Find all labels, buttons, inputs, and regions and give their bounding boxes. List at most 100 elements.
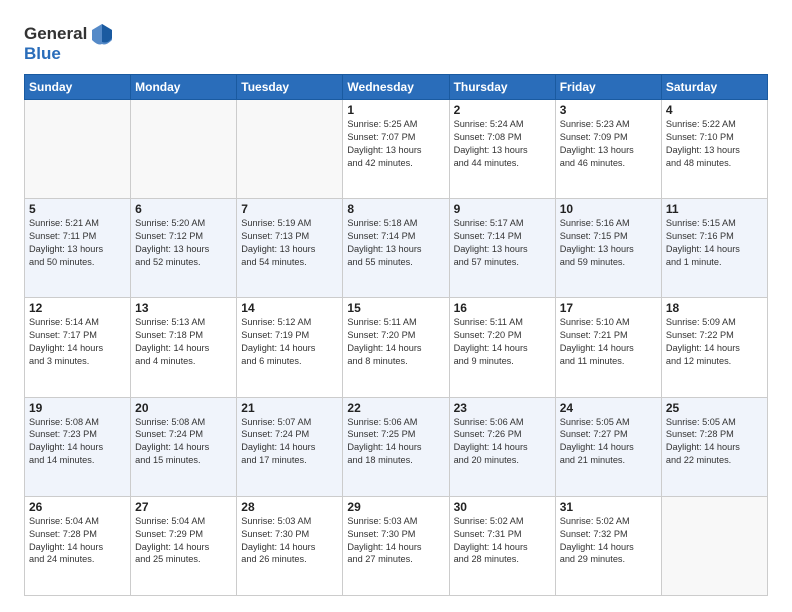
calendar-week-row: 26Sunrise: 5:04 AMSunset: 7:28 PMDayligh… (25, 496, 768, 595)
calendar-cell: 10Sunrise: 5:16 AMSunset: 7:15 PMDayligh… (555, 199, 661, 298)
day-number: 9 (454, 202, 551, 216)
day-info: Sunrise: 5:09 AMSunset: 7:22 PMDaylight:… (666, 316, 763, 368)
day-number: 10 (560, 202, 657, 216)
day-info: Sunrise: 5:23 AMSunset: 7:09 PMDaylight:… (560, 118, 657, 170)
day-info: Sunrise: 5:13 AMSunset: 7:18 PMDaylight:… (135, 316, 232, 368)
day-number: 31 (560, 500, 657, 514)
day-info: Sunrise: 5:05 AMSunset: 7:27 PMDaylight:… (560, 416, 657, 468)
logo-blue: Blue (24, 44, 61, 64)
day-number: 6 (135, 202, 232, 216)
day-info: Sunrise: 5:24 AMSunset: 7:08 PMDaylight:… (454, 118, 551, 170)
day-number: 27 (135, 500, 232, 514)
calendar-cell: 19Sunrise: 5:08 AMSunset: 7:23 PMDayligh… (25, 397, 131, 496)
day-number: 14 (241, 301, 338, 315)
day-number: 7 (241, 202, 338, 216)
day-number: 30 (454, 500, 551, 514)
day-number: 1 (347, 103, 444, 117)
calendar-cell: 30Sunrise: 5:02 AMSunset: 7:31 PMDayligh… (449, 496, 555, 595)
calendar-cell: 20Sunrise: 5:08 AMSunset: 7:24 PMDayligh… (131, 397, 237, 496)
day-info: Sunrise: 5:07 AMSunset: 7:24 PMDaylight:… (241, 416, 338, 468)
day-number: 25 (666, 401, 763, 415)
day-number: 21 (241, 401, 338, 415)
calendar-cell: 3Sunrise: 5:23 AMSunset: 7:09 PMDaylight… (555, 100, 661, 199)
day-number: 23 (454, 401, 551, 415)
day-number: 29 (347, 500, 444, 514)
day-info: Sunrise: 5:10 AMSunset: 7:21 PMDaylight:… (560, 316, 657, 368)
day-info: Sunrise: 5:11 AMSunset: 7:20 PMDaylight:… (347, 316, 444, 368)
calendar-cell: 21Sunrise: 5:07 AMSunset: 7:24 PMDayligh… (237, 397, 343, 496)
day-info: Sunrise: 5:03 AMSunset: 7:30 PMDaylight:… (241, 515, 338, 567)
day-number: 2 (454, 103, 551, 117)
day-info: Sunrise: 5:11 AMSunset: 7:20 PMDaylight:… (454, 316, 551, 368)
calendar-cell: 7Sunrise: 5:19 AMSunset: 7:13 PMDaylight… (237, 199, 343, 298)
day-number: 18 (666, 301, 763, 315)
calendar-cell: 6Sunrise: 5:20 AMSunset: 7:12 PMDaylight… (131, 199, 237, 298)
day-info: Sunrise: 5:08 AMSunset: 7:24 PMDaylight:… (135, 416, 232, 468)
calendar-cell: 9Sunrise: 5:17 AMSunset: 7:14 PMDaylight… (449, 199, 555, 298)
header: General Blue (24, 20, 768, 64)
calendar-cell: 25Sunrise: 5:05 AMSunset: 7:28 PMDayligh… (661, 397, 767, 496)
day-info: Sunrise: 5:25 AMSunset: 7:07 PMDaylight:… (347, 118, 444, 170)
logo-general: General (24, 24, 87, 44)
logo: General Blue (24, 20, 117, 64)
day-number: 26 (29, 500, 126, 514)
calendar-cell: 27Sunrise: 5:04 AMSunset: 7:29 PMDayligh… (131, 496, 237, 595)
calendar-cell: 22Sunrise: 5:06 AMSunset: 7:25 PMDayligh… (343, 397, 449, 496)
calendar-cell: 18Sunrise: 5:09 AMSunset: 7:22 PMDayligh… (661, 298, 767, 397)
calendar-week-row: 19Sunrise: 5:08 AMSunset: 7:23 PMDayligh… (25, 397, 768, 496)
calendar-cell: 14Sunrise: 5:12 AMSunset: 7:19 PMDayligh… (237, 298, 343, 397)
calendar-cell: 15Sunrise: 5:11 AMSunset: 7:20 PMDayligh… (343, 298, 449, 397)
day-info: Sunrise: 5:14 AMSunset: 7:17 PMDaylight:… (29, 316, 126, 368)
calendar-cell: 12Sunrise: 5:14 AMSunset: 7:17 PMDayligh… (25, 298, 131, 397)
day-info: Sunrise: 5:21 AMSunset: 7:11 PMDaylight:… (29, 217, 126, 269)
calendar-cell: 8Sunrise: 5:18 AMSunset: 7:14 PMDaylight… (343, 199, 449, 298)
day-number: 24 (560, 401, 657, 415)
day-info: Sunrise: 5:08 AMSunset: 7:23 PMDaylight:… (29, 416, 126, 468)
calendar-header-row: SundayMondayTuesdayWednesdayThursdayFrid… (25, 75, 768, 100)
calendar-cell: 4Sunrise: 5:22 AMSunset: 7:10 PMDaylight… (661, 100, 767, 199)
day-info: Sunrise: 5:04 AMSunset: 7:28 PMDaylight:… (29, 515, 126, 567)
day-info: Sunrise: 5:06 AMSunset: 7:25 PMDaylight:… (347, 416, 444, 468)
day-info: Sunrise: 5:18 AMSunset: 7:14 PMDaylight:… (347, 217, 444, 269)
col-header-friday: Friday (555, 75, 661, 100)
page: General Blue SundayMondayTuesdayWednesda… (0, 0, 792, 612)
calendar-cell: 28Sunrise: 5:03 AMSunset: 7:30 PMDayligh… (237, 496, 343, 595)
day-number: 8 (347, 202, 444, 216)
day-info: Sunrise: 5:05 AMSunset: 7:28 PMDaylight:… (666, 416, 763, 468)
day-number: 12 (29, 301, 126, 315)
calendar-cell: 13Sunrise: 5:13 AMSunset: 7:18 PMDayligh… (131, 298, 237, 397)
day-info: Sunrise: 5:12 AMSunset: 7:19 PMDaylight:… (241, 316, 338, 368)
day-number: 19 (29, 401, 126, 415)
calendar-table: SundayMondayTuesdayWednesdayThursdayFrid… (24, 74, 768, 596)
day-number: 22 (347, 401, 444, 415)
day-number: 20 (135, 401, 232, 415)
calendar-cell: 29Sunrise: 5:03 AMSunset: 7:30 PMDayligh… (343, 496, 449, 595)
col-header-wednesday: Wednesday (343, 75, 449, 100)
day-number: 16 (454, 301, 551, 315)
day-number: 3 (560, 103, 657, 117)
col-header-tuesday: Tuesday (237, 75, 343, 100)
day-number: 17 (560, 301, 657, 315)
day-info: Sunrise: 5:04 AMSunset: 7:29 PMDaylight:… (135, 515, 232, 567)
calendar-cell (131, 100, 237, 199)
calendar-cell: 24Sunrise: 5:05 AMSunset: 7:27 PMDayligh… (555, 397, 661, 496)
logo-icon (88, 20, 116, 48)
day-number: 5 (29, 202, 126, 216)
day-info: Sunrise: 5:22 AMSunset: 7:10 PMDaylight:… (666, 118, 763, 170)
calendar-week-row: 1Sunrise: 5:25 AMSunset: 7:07 PMDaylight… (25, 100, 768, 199)
calendar-cell: 2Sunrise: 5:24 AMSunset: 7:08 PMDaylight… (449, 100, 555, 199)
calendar-week-row: 5Sunrise: 5:21 AMSunset: 7:11 PMDaylight… (25, 199, 768, 298)
day-info: Sunrise: 5:16 AMSunset: 7:15 PMDaylight:… (560, 217, 657, 269)
day-info: Sunrise: 5:19 AMSunset: 7:13 PMDaylight:… (241, 217, 338, 269)
col-header-sunday: Sunday (25, 75, 131, 100)
col-header-monday: Monday (131, 75, 237, 100)
day-info: Sunrise: 5:15 AMSunset: 7:16 PMDaylight:… (666, 217, 763, 269)
day-number: 4 (666, 103, 763, 117)
calendar-cell: 5Sunrise: 5:21 AMSunset: 7:11 PMDaylight… (25, 199, 131, 298)
day-number: 11 (666, 202, 763, 216)
calendar-cell: 26Sunrise: 5:04 AMSunset: 7:28 PMDayligh… (25, 496, 131, 595)
day-info: Sunrise: 5:03 AMSunset: 7:30 PMDaylight:… (347, 515, 444, 567)
calendar-cell: 16Sunrise: 5:11 AMSunset: 7:20 PMDayligh… (449, 298, 555, 397)
day-number: 28 (241, 500, 338, 514)
col-header-saturday: Saturday (661, 75, 767, 100)
